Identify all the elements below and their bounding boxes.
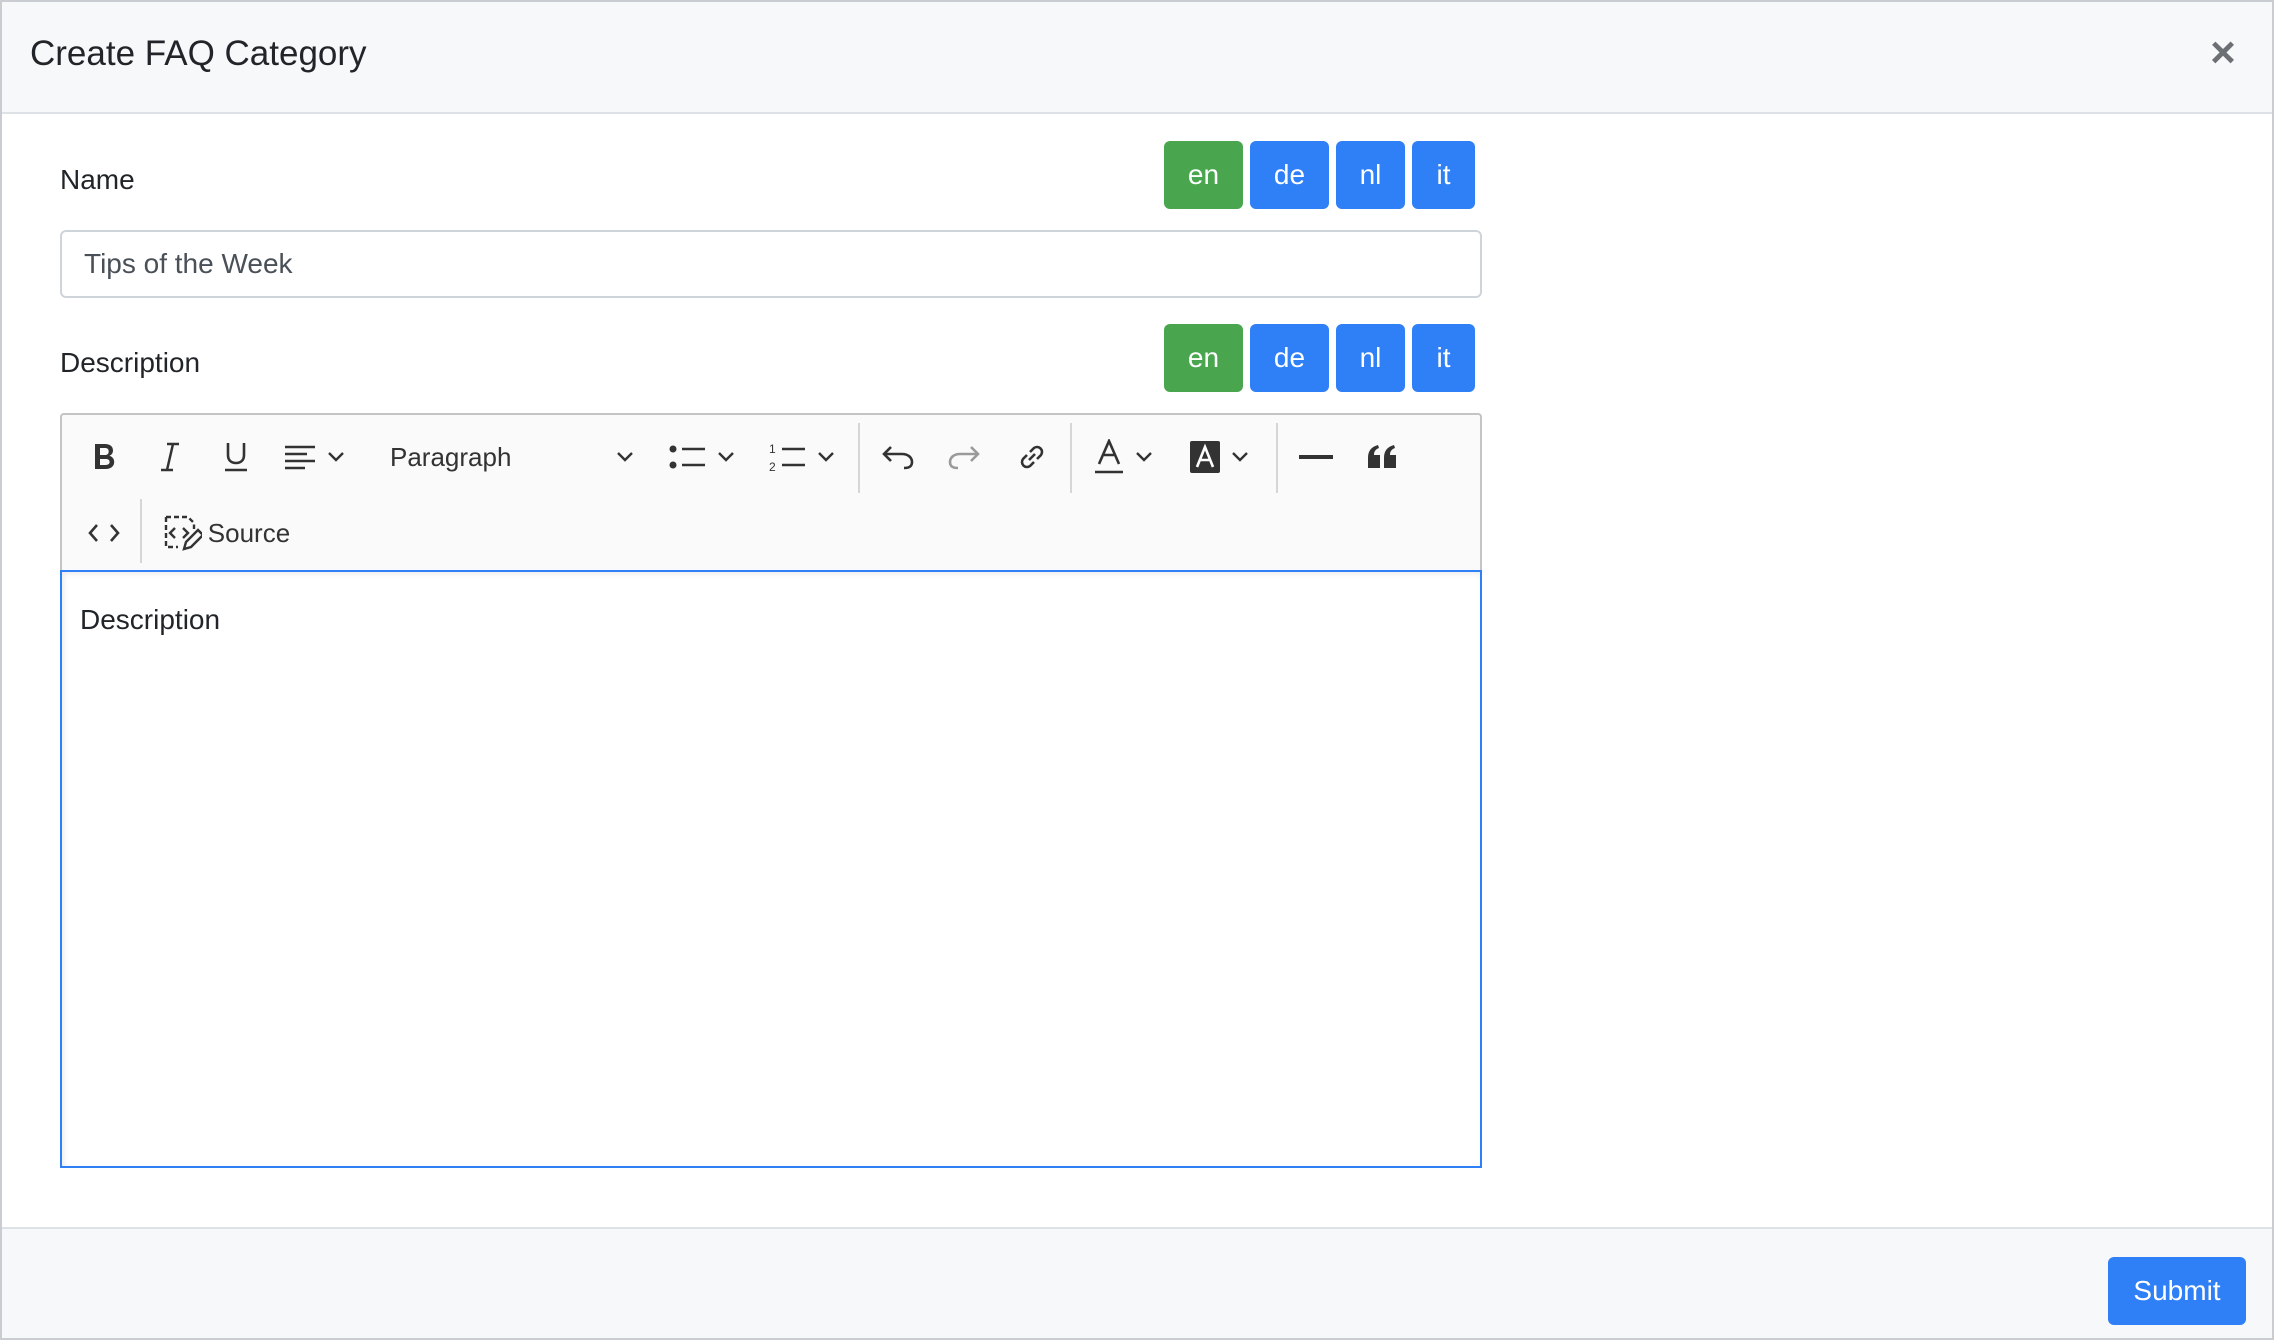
chevron-down-icon <box>717 451 735 463</box>
name-lang-nl-button[interactable]: nl <box>1336 141 1405 209</box>
underline-button[interactable] <box>208 429 264 485</box>
rich-text-editor: Paragraph 12 Source Description <box>60 413 1482 1168</box>
underline-icon <box>221 440 251 474</box>
name-lang-de-button[interactable]: de <box>1250 141 1329 209</box>
description-lang-nl-button[interactable]: nl <box>1336 324 1405 392</box>
font-background-icon <box>1189 440 1221 474</box>
numbered-list-icon: 12 <box>769 441 807 473</box>
source-edit-button[interactable]: Source <box>154 505 298 561</box>
close-button[interactable]: × <box>2198 28 2248 78</box>
submit-button[interactable]: Submit <box>2108 1257 2246 1325</box>
chevron-down-icon <box>616 451 634 463</box>
chevron-down-icon <box>327 451 345 463</box>
bulleted-list-icon <box>669 442 707 472</box>
bold-button[interactable] <box>76 429 132 485</box>
font-color-icon <box>1093 439 1125 475</box>
bulleted-list-dropdown[interactable] <box>660 429 744 485</box>
link-button[interactable] <box>1004 429 1060 485</box>
name-input[interactable] <box>60 230 1482 298</box>
undo-button[interactable] <box>870 429 926 485</box>
modal-title: Create FAQ Category <box>30 34 367 73</box>
toolbar-separator <box>1070 423 1072 493</box>
source-label: Source <box>207 517 291 548</box>
font-background-dropdown[interactable] <box>1178 429 1260 485</box>
name-language-selector: en de nl it <box>1164 141 1475 209</box>
description-language-selector: en de nl it <box>1164 324 1475 392</box>
name-lang-en-button[interactable]: en <box>1164 141 1243 209</box>
description-lang-it-button[interactable]: it <box>1412 324 1475 392</box>
alignment-dropdown[interactable] <box>274 429 354 485</box>
numbered-list-dropdown[interactable]: 12 <box>760 429 844 485</box>
svg-text:2: 2 <box>769 460 776 473</box>
chevron-down-icon <box>817 451 835 463</box>
italic-button[interactable] <box>142 429 198 485</box>
toolbar-separator <box>140 499 142 563</box>
source-edit-icon <box>162 513 202 553</box>
name-lang-it-button[interactable]: it <box>1412 141 1475 209</box>
description-label: Description <box>60 347 201 378</box>
horizontal-line-icon <box>1299 452 1333 462</box>
create-faq-category-modal: Create FAQ Category × Name en de nl it D… <box>0 0 2274 1340</box>
toolbar-separator <box>858 423 860 493</box>
description-lang-de-button[interactable]: de <box>1250 324 1329 392</box>
description-lang-en-button[interactable]: en <box>1164 324 1243 392</box>
name-label: Name <box>60 164 135 195</box>
editor-toolbar: Paragraph 12 Source <box>60 413 1482 570</box>
block-format-dropdown[interactable]: Paragraph <box>372 429 642 485</box>
undo-icon <box>881 444 915 470</box>
horizontal-line-button[interactable] <box>1288 429 1344 485</box>
blockquote-button[interactable] <box>1354 429 1410 485</box>
redo-icon <box>947 444 981 470</box>
code-block-icon <box>87 522 121 544</box>
italic-icon <box>157 441 183 473</box>
font-color-dropdown[interactable] <box>1082 429 1164 485</box>
link-icon <box>1015 440 1049 474</box>
block-format-label: Paragraph <box>390 441 512 472</box>
blockquote-icon <box>1366 444 1398 470</box>
align-left-icon <box>283 443 317 471</box>
svg-text:1: 1 <box>769 442 776 456</box>
description-content: Description <box>80 604 221 635</box>
chevron-down-icon <box>1231 451 1249 463</box>
modal-footer: Submit <box>2 1227 2272 1338</box>
modal-header: Create FAQ Category × <box>2 2 2272 114</box>
toolbar-separator <box>1276 423 1278 493</box>
chevron-down-icon <box>1135 451 1153 463</box>
code-block-button[interactable] <box>76 505 132 561</box>
description-content-area[interactable]: Description <box>60 570 1482 1168</box>
redo-button[interactable] <box>936 429 992 485</box>
bold-icon <box>89 441 119 473</box>
